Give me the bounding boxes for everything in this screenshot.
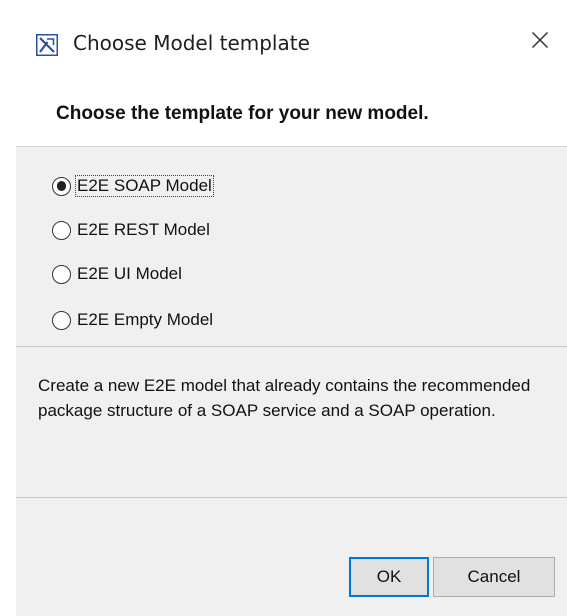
content-panel: E2E SOAP Model E2E REST Model E2E UI Mod… <box>16 146 567 616</box>
close-button[interactable] <box>520 22 560 62</box>
radio-label: E2E UI Model <box>77 264 182 283</box>
radio-button[interactable] <box>52 310 71 330</box>
window-title: Choose Model template <box>73 31 310 55</box>
ok-button[interactable]: OK <box>349 557 429 597</box>
radio-option-soap[interactable]: E2E SOAP Model <box>52 173 214 199</box>
radio-option-rest[interactable]: E2E REST Model <box>52 217 211 243</box>
choose-model-template-dialog: Choose Model template Choose the templat… <box>0 0 567 616</box>
radio-button[interactable] <box>52 264 71 284</box>
template-description: Create a new E2E model that already cont… <box>38 376 531 420</box>
model-app-icon <box>36 34 58 56</box>
title-bar[interactable]: Choose Model template <box>0 0 567 84</box>
radio-button[interactable] <box>52 220 71 240</box>
radio-option-empty[interactable]: E2E Empty Model <box>52 307 214 333</box>
radio-option-ui[interactable]: E2E UI Model <box>52 261 183 287</box>
radio-label: E2E REST Model <box>77 220 210 239</box>
radio-button-selected[interactable] <box>52 176 71 196</box>
radio-label: E2E SOAP Model <box>75 175 214 197</box>
dialog-header: Choose the template for your new model. <box>16 84 567 146</box>
header-instruction: Choose the template for your new model. <box>56 103 429 124</box>
footer-divider <box>16 497 567 498</box>
radio-label: E2E Empty Model <box>77 310 214 329</box>
cancel-button[interactable]: Cancel <box>433 557 555 597</box>
template-options: E2E SOAP Model E2E REST Model E2E UI Mod… <box>16 147 567 347</box>
close-icon <box>531 31 549 53</box>
